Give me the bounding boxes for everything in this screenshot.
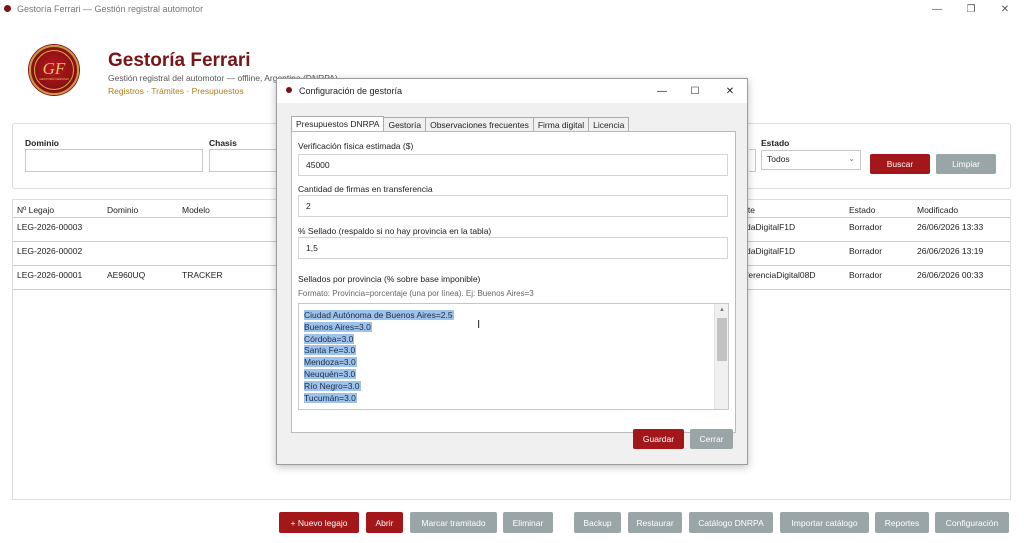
firmas-input[interactable]: 2 <box>298 195 728 217</box>
limpiar-button[interactable]: Limpiar <box>936 154 996 174</box>
dialog-title: Configuración de gestoría <box>299 86 403 96</box>
presupuestos-panel: Verificación física estimada ($) 45000 C… <box>291 131 736 433</box>
selected-text: Córdoba=3.0 <box>304 333 355 344</box>
textarea-line: Córdoba=3.0 <box>304 333 454 346</box>
cell-legajo: LEG-2026-00001 <box>17 270 83 280</box>
close-button[interactable]: ✕ <box>990 0 1020 18</box>
cell-estado: Borrador <box>849 246 883 256</box>
textarea-line: Río Negro=3.0 <box>304 380 454 393</box>
dominio-input[interactable] <box>25 149 203 172</box>
tramite-input-edge[interactable] <box>749 149 756 172</box>
column-header-modificado[interactable]: Modificado <box>917 205 958 215</box>
importar-catalogo-button[interactable]: Importar catálogo <box>780 512 869 533</box>
configuracion-button[interactable]: Configuración <box>935 512 1009 533</box>
selected-text: Neuquén=3.0 <box>304 368 357 379</box>
buscar-button[interactable]: Buscar <box>870 154 930 174</box>
tab-presupuestos-dnrpa[interactable]: Presupuestos DNRPA <box>291 116 385 132</box>
config-dialog: Configuración de gestoría — ☐ ✕ Presupue… <box>276 78 748 465</box>
tab-observaciones-frecuentes[interactable]: Observaciones frecuentes <box>425 117 534 132</box>
column-header-legajo[interactable]: Nº Legajo <box>17 205 54 215</box>
textarea-line: Neuquén=3.0 <box>304 368 454 381</box>
nuevo-legajo-button[interactable]: + Nuevo legajo <box>279 512 359 533</box>
cell-estado: Borrador <box>849 222 883 232</box>
eliminar-button[interactable]: Eliminar <box>503 512 553 533</box>
app-title: Gestoría Ferrari <box>108 50 251 71</box>
column-header-estado[interactable]: Estado <box>849 205 875 215</box>
cell-modelo: TRACKER <box>182 270 223 280</box>
selected-text: Mendoza=3.0 <box>304 357 357 368</box>
verificacion-input[interactable]: 45000 <box>298 154 728 176</box>
restaurar-button[interactable]: Restaurar <box>628 512 682 533</box>
app-icon <box>4 5 11 12</box>
chasis-label: Chasis <box>209 138 237 148</box>
abrir-button[interactable]: Abrir <box>366 512 403 533</box>
cell-dominio: AE960UQ <box>107 270 146 280</box>
sellado-input[interactable]: 1,5 <box>298 237 728 259</box>
selected-text: Buenos Aires=3.0 <box>304 321 372 332</box>
cell-modificado: 26/06/2026 13:19 <box>917 246 984 256</box>
reportes-button[interactable]: Reportes <box>875 512 929 533</box>
catalogo-dnrpa-button[interactable]: Catálogo DNRPA <box>689 512 773 533</box>
backup-button[interactable]: Backup <box>574 512 621 533</box>
logo-monogram: GF <box>42 58 66 78</box>
provincias-label: Sellados por provincia (% sobre base imp… <box>298 274 481 284</box>
chevron-down-icon: ⌄ <box>848 154 855 163</box>
window-title: Gestoría Ferrari — Gestión registral aut… <box>17 4 204 14</box>
cell-legajo: LEG-2026-00002 <box>17 246 83 256</box>
cell-tramite: ferenciaDigital08D <box>746 270 816 280</box>
app-nav-links[interactable]: Registros · Trámites · Presupuestos <box>108 86 244 96</box>
textarea-line: Mendoza=3.0 <box>304 357 454 369</box>
dialog-maximize-button[interactable]: ☐ <box>685 82 705 100</box>
window-titlebar: Gestoría Ferrari — Gestión registral aut… <box>0 0 1024 18</box>
selected-text: Tucumán=3.0 <box>304 392 357 403</box>
estado-select[interactable]: Todos ⌄ <box>761 150 861 170</box>
guardar-button[interactable]: Guardar <box>633 429 684 449</box>
cell-modificado: 26/06/2026 13:33 <box>917 222 984 232</box>
column-header-dominio[interactable]: Dominio <box>107 205 138 215</box>
dialog-minimize-button[interactable]: — <box>652 82 672 100</box>
marcar-tramitado-button[interactable]: Marcar tramitado <box>410 512 497 533</box>
maximize-button[interactable]: ❐ <box>956 0 986 18</box>
tab-firma-digital[interactable]: Firma digital <box>532 117 590 132</box>
cell-tramite: daDigitalF1D <box>746 246 796 256</box>
provincias-textarea[interactable]: Ciudad Autónoma de Buenos Aires=2.5 Buen… <box>298 303 729 410</box>
cell-tramite: daDigitalF1D <box>746 222 796 232</box>
verificacion-label: Verificación física estimada ($) <box>298 141 414 151</box>
brand-logo: GF GESTORÍA FERRARI <box>29 45 79 95</box>
chasis-input[interactable] <box>209 149 279 172</box>
textarea-line: Santa Fe=3.0 <box>304 345 454 357</box>
cell-legajo: LEG-2026-00003 <box>17 222 83 232</box>
minimize-button[interactable]: — <box>922 0 952 18</box>
column-header-modelo[interactable]: Modelo <box>182 205 210 215</box>
dialog-tabs: Presupuestos DNRPA Gestoría Observacione… <box>291 116 630 132</box>
scrollbar-thumb[interactable] <box>717 318 727 361</box>
provincias-hint: Formato: Provincia=porcentaje (una por l… <box>298 289 534 298</box>
firmas-label: Cantidad de firmas en transferencia <box>298 184 433 194</box>
text-cursor-icon: I <box>477 318 481 331</box>
estado-value: Todos <box>767 154 790 164</box>
dialog-app-icon <box>286 87 292 93</box>
textarea-lines: Ciudad Autónoma de Buenos Aires=2.5 Buen… <box>304 310 454 404</box>
selected-text: Río Negro=3.0 <box>304 380 361 391</box>
cerrar-button[interactable]: Cerrar <box>690 429 733 449</box>
tab-licencia[interactable]: Licencia <box>588 117 630 132</box>
sellado-label: % Sellado (respaldo si no hay provincia … <box>298 226 492 236</box>
selected-text: Ciudad Autónoma de Buenos Aires=2.5 <box>304 310 454 320</box>
scroll-up-icon[interactable]: ▲ <box>715 305 728 315</box>
dialog-titlebar: Configuración de gestoría — ☐ ✕ <box>277 79 747 103</box>
cell-modificado: 26/06/2026 00:33 <box>917 270 984 280</box>
textarea-line: Buenos Aires=3.0 <box>304 321 454 334</box>
estado-label: Estado <box>761 138 790 148</box>
cell-estado: Borrador <box>849 270 883 280</box>
dialog-close-button[interactable]: ✕ <box>720 82 740 100</box>
tab-gestoria[interactable]: Gestoría <box>383 117 427 132</box>
textarea-scrollbar[interactable]: ▲ <box>714 304 728 409</box>
textarea-line: Tucumán=3.0 <box>304 392 454 405</box>
dominio-label: Dominio <box>25 138 59 148</box>
logo-ring: GF GESTORÍA FERRARI <box>34 50 74 90</box>
logo-caption: GESTORÍA FERRARI <box>39 76 69 81</box>
selected-text: Santa Fe=3.0 <box>304 345 357 356</box>
textarea-line: Ciudad Autónoma de Buenos Aires=2.5 <box>304 310 454 322</box>
